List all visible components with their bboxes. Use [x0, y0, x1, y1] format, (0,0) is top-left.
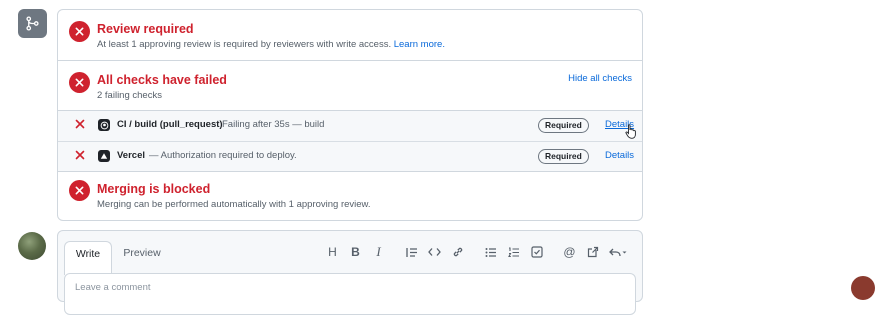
merging-blocked-section: Merging is blocked Merging can be perfor… [58, 171, 642, 220]
italic-icon[interactable]: I [367, 243, 390, 261]
check-name: CI / build (pull_request) [117, 119, 223, 130]
code-icon[interactable] [423, 243, 446, 261]
tab-preview[interactable]: Preview [116, 241, 168, 274]
x-icon [75, 150, 85, 160]
vercel-icon [98, 150, 110, 162]
reference-icon[interactable] [581, 243, 604, 261]
unordered-list-icon[interactable] [479, 243, 502, 261]
merge-status-panel: Review required At least 1 approving rev… [57, 9, 643, 221]
undo-icon[interactable] [604, 243, 632, 261]
hide-all-checks-link[interactable]: Hide all checks [568, 73, 632, 84]
details-link[interactable]: Details [605, 150, 634, 161]
x-circle-icon [69, 21, 90, 42]
check-row-ci-build: CI / build (pull_request) Failing after … [58, 111, 642, 140]
tab-write[interactable]: Write [64, 241, 112, 275]
merging-blocked-subtitle: Merging can be performed automatically w… [97, 199, 371, 210]
review-required-text: At least 1 approving review is required … [97, 39, 392, 50]
x-icon [75, 119, 85, 129]
github-icon [98, 119, 110, 131]
comment-textarea[interactable]: Leave a comment [64, 273, 636, 315]
bold-icon[interactable]: B [344, 243, 367, 261]
hand-cursor-icon [625, 124, 636, 139]
avatar [18, 232, 46, 260]
comment-editor: Write Preview H B I @ Leave a comment [57, 230, 643, 315]
markdown-toolbar: H B I @ [321, 243, 632, 261]
required-badge: Required [538, 149, 589, 164]
ordered-list-icon[interactable] [502, 243, 525, 261]
check-description: Failing after 35s — build [222, 119, 325, 130]
merging-blocked-title: Merging is blocked [97, 182, 211, 196]
required-badge: Required [538, 118, 589, 133]
checks-title: All checks have failed [97, 73, 227, 87]
mention-icon[interactable]: @ [558, 243, 581, 261]
checks-list: CI / build (pull_request) Failing after … [58, 110, 642, 172]
avatar[interactable] [851, 276, 875, 300]
check-row-vercel: Vercel — Authorization required to deplo… [58, 141, 642, 171]
review-required-title: Review required [97, 22, 194, 36]
learn-more-link[interactable]: Learn more. [394, 39, 445, 50]
quote-icon[interactable] [400, 243, 423, 261]
check-name: Vercel [117, 150, 145, 161]
review-required-subtitle: At least 1 approving review is required … [97, 39, 445, 50]
x-circle-icon [69, 180, 90, 201]
review-required-section: Review required At least 1 approving rev… [58, 10, 642, 61]
checks-section: All checks have failed 2 failing checks [58, 61, 642, 111]
checks-subtitle: 2 failing checks [97, 90, 162, 101]
task-list-icon[interactable] [525, 243, 548, 261]
git-merge-icon [18, 9, 47, 38]
link-icon[interactable] [446, 243, 469, 261]
check-description: — Authorization required to deploy. [149, 150, 297, 161]
x-circle-icon [69, 72, 90, 93]
heading-icon[interactable]: H [321, 243, 344, 261]
